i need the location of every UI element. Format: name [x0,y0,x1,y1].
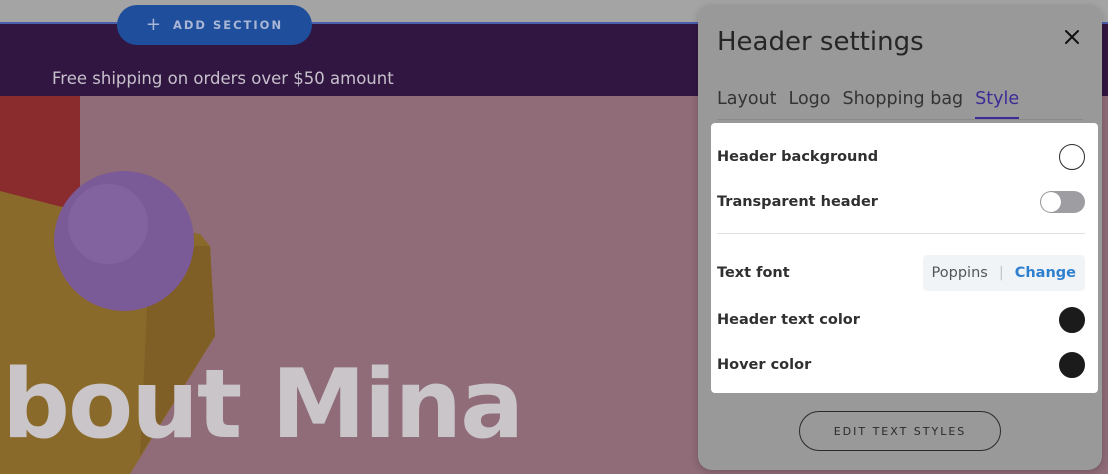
tab-shopping-bag[interactable]: Shopping bag [842,89,963,119]
add-section-button[interactable]: + ADD SECTION [117,5,312,45]
text-font-row: Text font Poppins | Change [717,255,1085,291]
header-text-color-row: Header text color [717,305,1085,335]
tab-style[interactable]: Style [975,89,1020,119]
header-text-color-label: Header text color [717,312,860,328]
font-separator: | [998,265,1004,281]
hover-color-label: Hover color [717,357,812,373]
add-section-label: ADD SECTION [172,18,284,32]
font-name: Poppins [931,265,988,281]
tab-layout[interactable]: Layout [717,89,777,119]
announcement-text: Free shipping on orders over $50 amount [52,69,394,88]
transparent-header-row: Transparent header [717,187,1085,217]
change-font-link[interactable]: Change [1015,265,1076,281]
style-settings-card: Header background Transparent header Tex… [711,123,1098,393]
toggle-knob [1041,192,1061,212]
plus-icon: + [145,14,161,35]
header-text-color-swatch[interactable] [1059,307,1085,333]
header-background-swatch[interactable] [1059,144,1085,170]
hover-color-row: Hover color [717,350,1085,380]
tab-logo[interactable]: Logo [789,89,831,119]
tabs-divider [717,119,1083,120]
header-settings-panel: Header settings Layout Logo Shopping bag… [698,5,1102,470]
hover-color-swatch[interactable] [1059,352,1085,378]
text-font-label: Text font [717,265,790,281]
panel-title: Header settings [717,27,924,57]
edit-text-styles-button[interactable]: EDIT TEXT STYLES [799,411,1001,451]
card-divider [717,233,1085,234]
transparent-header-toggle[interactable] [1040,191,1085,213]
transparent-header-label: Transparent header [717,194,878,210]
close-icon[interactable] [1060,25,1084,49]
settings-tabs: Layout Logo Shopping bag Style [717,89,1031,119]
header-background-row: Header background [717,142,1085,172]
font-picker: Poppins | Change [922,255,1085,291]
header-background-label: Header background [717,149,879,165]
hero-heading: bout Mina [2,350,524,460]
